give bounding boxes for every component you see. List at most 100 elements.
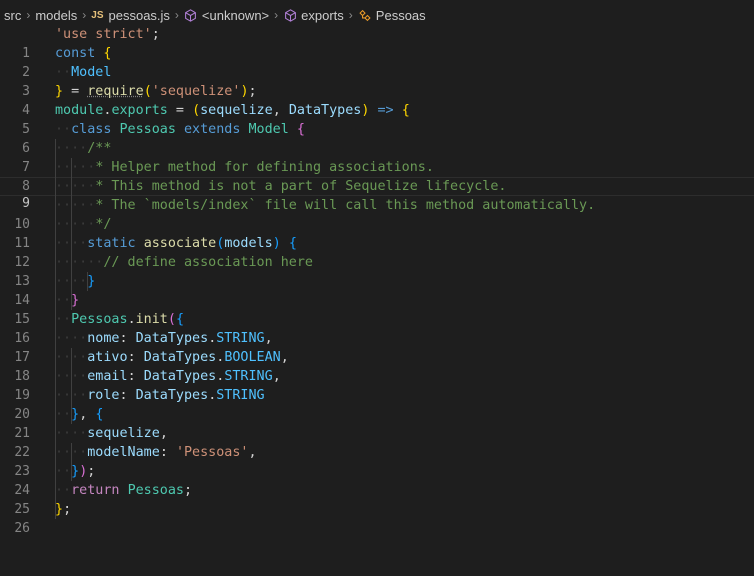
code-token: , <box>159 426 168 441</box>
indent-guide: ·· <box>55 407 72 422</box>
code-line: 21 ··}, { <box>0 405 754 441</box>
indent-guide: ·· <box>55 312 72 327</box>
indent-guide-line <box>87 272 88 291</box>
cube-icon <box>283 8 297 22</box>
indent-guide-line <box>55 139 56 519</box>
class-symbol-icon <box>358 8 372 22</box>
indent-guide: ·· <box>55 464 72 479</box>
breadcrumb-src[interactable]: src <box>4 8 21 23</box>
code-token: // define association here <box>103 255 313 270</box>
code-line: 24 ··}); <box>0 462 754 498</box>
code-line: 12 ····static associate(models) { <box>0 234 754 270</box>
code-token: role <box>87 388 120 403</box>
code-token: * The `models/index` file will call this… <box>95 198 596 213</box>
code-token: Pessoas <box>127 483 184 498</box>
code-token: ; <box>87 464 96 479</box>
code-line: 22 ····sequelize, <box>0 424 754 460</box>
code-token: module <box>55 103 104 118</box>
code-line: 6 ··class Pessoas extends Model { <box>0 120 754 156</box>
code-token: { <box>401 103 410 118</box>
code-line: 15 ··} <box>0 291 754 327</box>
code-token: } <box>87 274 96 289</box>
code-token: 'Pessoas' <box>175 445 249 460</box>
code-token: { <box>296 122 305 137</box>
code-token: } <box>71 293 80 308</box>
code-line: 3 ··Model <box>0 63 754 99</box>
code-line: 20 ····role: DataTypes.STRING <box>0 386 754 422</box>
code-token: */ <box>95 217 112 232</box>
code-token: } <box>55 502 64 517</box>
code-token: ( <box>192 103 201 118</box>
code-token: 'sequelize' <box>151 84 241 99</box>
code-token: : <box>159 445 176 460</box>
code-token: /** <box>87 141 112 156</box>
indent-guide-line <box>71 443 72 481</box>
breadcrumb-exports[interactable]: exports <box>301 8 344 23</box>
code-line: 10 ·····* The `models/index` file will c… <box>0 196 754 232</box>
code-token: require <box>87 84 144 99</box>
breadcrumb-unknown[interactable]: <unknown> <box>202 8 269 23</box>
indent-guide-line <box>71 348 72 424</box>
code-line: 18 ····ativo: DataTypes.BOOLEAN, <box>0 348 754 384</box>
code-token: DataTypes <box>135 331 209 346</box>
code-token: , <box>272 369 281 384</box>
code-line: 1 'use strict'; <box>0 25 754 61</box>
code-token: ) <box>272 236 281 251</box>
code-token: return <box>71 483 120 498</box>
code-line: 17 ····nome: DataTypes.STRING, <box>0 329 754 365</box>
code-token: Pessoas <box>119 122 176 137</box>
code-token: Model <box>248 122 289 137</box>
breadcrumb-class[interactable]: Pessoas <box>376 8 426 23</box>
chevron-right-icon: › <box>26 8 31 22</box>
code-token: * This method is not a part of Sequelize… <box>95 179 507 194</box>
code-token: ; <box>184 483 193 498</box>
code-token: = <box>63 84 88 99</box>
chevron-right-icon: › <box>82 8 87 22</box>
code-token: , <box>264 331 273 346</box>
code-token: static <box>87 236 136 251</box>
code-line: 19 ····email: DataTypes.STRING, <box>0 367 754 403</box>
code-token: ativo <box>87 350 128 365</box>
indent-guide: ···· <box>55 426 88 441</box>
code-token: , <box>248 445 257 460</box>
code-token: = <box>167 103 193 118</box>
code-line: 13 ······// define association here <box>0 253 754 289</box>
code-token: } <box>71 464 80 479</box>
code-editor[interactable]: 1 'use strict'; 2 const { 3 ··Model 4 } … <box>0 25 754 536</box>
code-token: DataTypes <box>288 103 362 118</box>
code-token: sequelize <box>87 426 160 441</box>
code-token: nome <box>87 331 120 346</box>
code-token: ; <box>151 27 160 42</box>
code-token: DataTypes <box>135 388 209 403</box>
code-token: { <box>175 312 184 327</box>
code-token: : <box>127 369 144 384</box>
code-line: 25 ··return Pessoas; <box>0 481 754 517</box>
indent-guide: ····· <box>55 160 96 175</box>
code-token: : <box>119 388 136 403</box>
indent-guide: ·· <box>55 293 72 308</box>
code-token: models <box>224 236 273 251</box>
code-token: STRING <box>216 331 265 346</box>
breadcrumb-models[interactable]: models <box>35 8 77 23</box>
code-token: sequelize <box>200 103 273 118</box>
indent-guide: ····· <box>55 179 96 194</box>
code-line: 14 ····} <box>0 272 754 308</box>
code-line: 5 module.exports = (sequelize, DataTypes… <box>0 101 754 137</box>
code-token: STRING <box>216 388 265 403</box>
indent-guide: ·· <box>55 122 72 137</box>
breadcrumb-file[interactable]: pessoas.js <box>109 8 170 23</box>
indent-guide: ···· <box>55 141 88 156</box>
code-line: 2 const { <box>0 44 754 80</box>
code-token: * Helper method for defining association… <box>95 160 434 175</box>
code-line: 26 }; <box>0 500 754 536</box>
chevron-right-icon: › <box>348 8 353 22</box>
code-token: ( <box>143 84 152 99</box>
indent-guide: ·· <box>55 483 72 498</box>
code-line: 8 ·····* Helper method for defining asso… <box>0 158 754 194</box>
